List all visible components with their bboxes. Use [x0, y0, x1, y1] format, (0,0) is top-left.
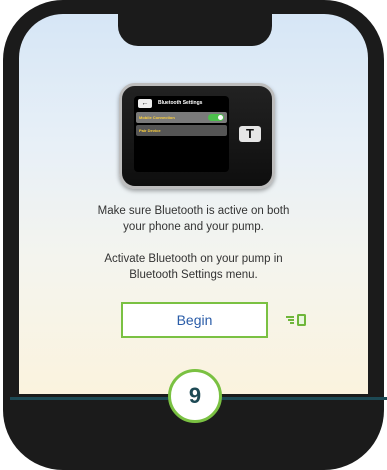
instruction-line: Make sure Bluetooth is active on both	[97, 205, 290, 217]
step-number-badge: 9	[168, 369, 222, 423]
pump-logo: T	[239, 126, 261, 142]
pump-back-icon: ←	[138, 99, 152, 108]
instruction-text-1: Make sure Bluetooth is active on both yo…	[0, 203, 387, 235]
toggle-on-icon	[208, 114, 224, 121]
pump-row-pair-device: Pair Device	[136, 125, 227, 136]
pump-row-label: Mobile Connection	[139, 115, 175, 120]
pump-row-mobile-connection: Mobile Connection	[136, 112, 227, 123]
pump-screen-title: Bluetooth Settings	[158, 100, 203, 106]
instruction-line: your phone and your pump.	[123, 221, 264, 233]
pump-screen: ← Bluetooth Settings Mobile Connection P…	[134, 96, 229, 172]
begin-button[interactable]: Begin	[121, 302, 268, 338]
instruction-line: Activate Bluetooth on your pump in	[104, 253, 283, 265]
instruction-line: Bluetooth Settings menu.	[129, 269, 258, 281]
instruction-text-2: Activate Bluetooth on your pump in Bluet…	[0, 251, 387, 283]
pump-device-image: ← Bluetooth Settings Mobile Connection P…	[119, 83, 275, 189]
phone-notch	[118, 12, 272, 46]
pump-connect-icon	[285, 313, 307, 327]
pump-row-label: Pair Device	[139, 128, 161, 133]
